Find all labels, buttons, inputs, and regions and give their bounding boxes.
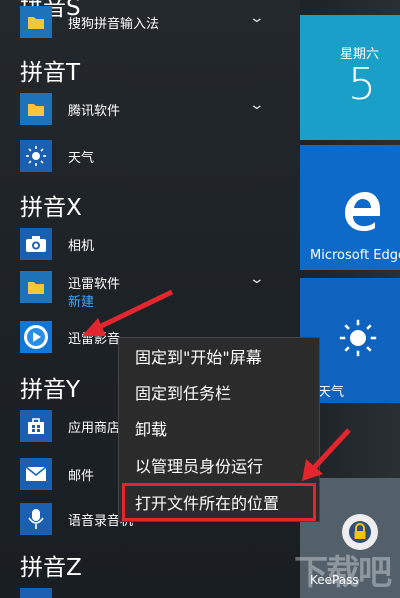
annotation-arrows	[82, 289, 351, 481]
watermark: 下载吧	[294, 553, 392, 593]
arrow-to-menu-item	[302, 428, 351, 481]
arrow-to-app-icon	[82, 289, 174, 336]
